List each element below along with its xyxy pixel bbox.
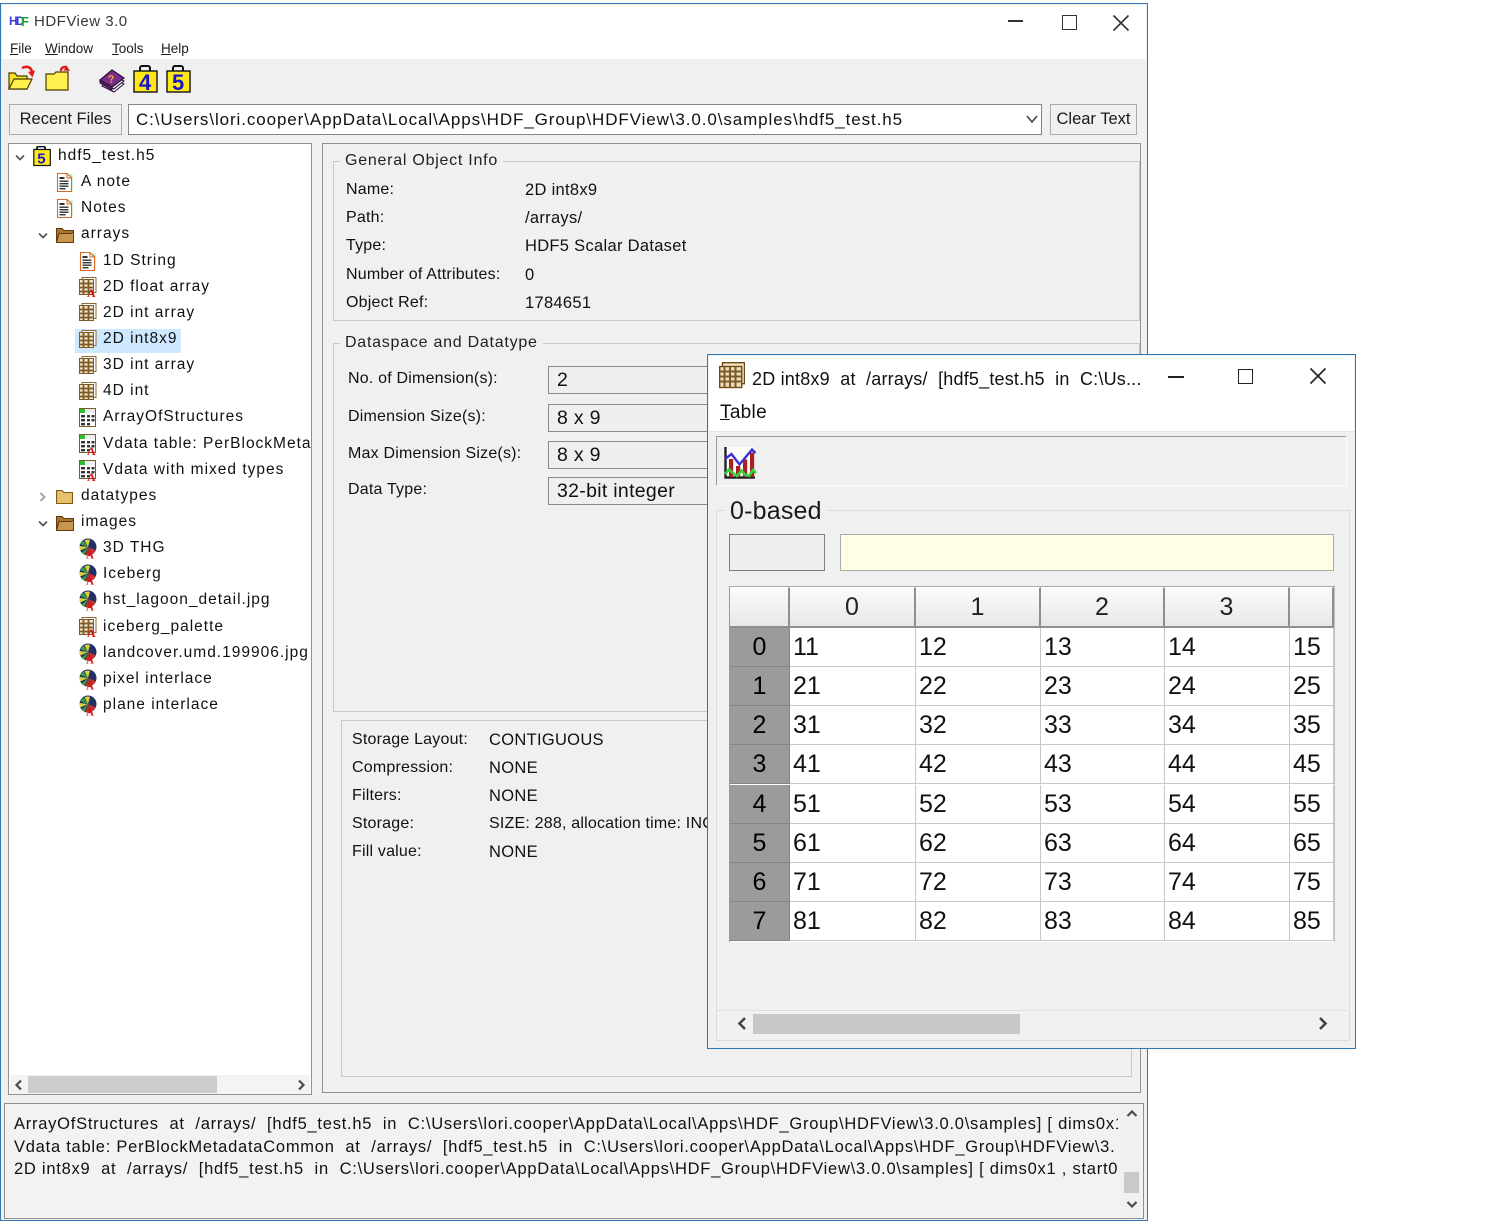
svg-text:F: F <box>21 14 29 29</box>
svg-text:4: 4 <box>139 70 152 94</box>
svg-text:5: 5 <box>172 70 184 94</box>
